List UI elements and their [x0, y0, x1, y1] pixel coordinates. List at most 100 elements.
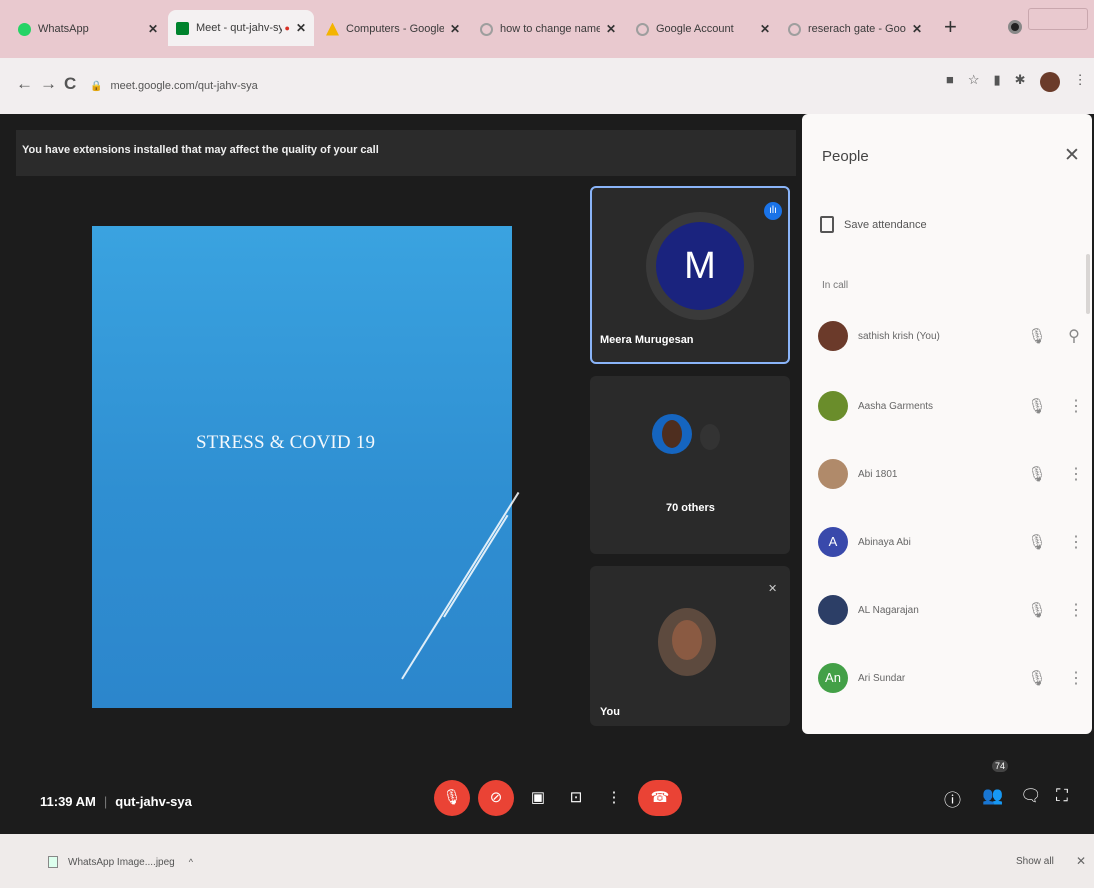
record-icon[interactable]: [1008, 20, 1022, 34]
in-call-heading: In call: [822, 280, 849, 291]
meet-icon: [176, 21, 189, 35]
address-bar[interactable]: 🔒 meet.google.com/qut-jahv-sya: [90, 74, 910, 98]
close-icon[interactable]: ✕: [148, 22, 158, 36]
camera-toggle-button[interactable]: ⊘: [478, 780, 514, 816]
toolbar-icons: ■ ☆ ▮ ✱ ⋮: [946, 72, 1087, 92]
download-item[interactable]: WhatsApp Image....jpeg ^: [48, 856, 193, 868]
attendance-icon: [820, 216, 834, 233]
recording-dot-icon: ●: [284, 23, 290, 33]
more-options-icon[interactable]: ⋮: [1068, 396, 1084, 416]
present-icon: ⊡: [569, 789, 583, 806]
speaking-icon: ılı: [764, 202, 782, 220]
pin-icon[interactable]: ⚲: [1068, 326, 1080, 346]
tab-how-to-change-name[interactable]: how to change name i ✕: [472, 14, 624, 44]
participant-row[interactable]: AL Nagarajan 🎙︎ ⋮: [818, 590, 1084, 630]
tab-whatsapp[interactable]: WhatsApp ✕: [10, 14, 166, 44]
participant-row[interactable]: Aasha Garments 🎙︎ ⋮: [818, 386, 1084, 426]
puzzle-icon[interactable]: ✱: [1015, 72, 1026, 92]
more-options-icon: ⋮: [606, 789, 622, 806]
others-count: 70 others: [666, 502, 715, 514]
tab-google-drive[interactable]: Computers - Google D ✕: [318, 14, 468, 44]
close-icon[interactable]: ✕: [1076, 854, 1086, 868]
close-icon[interactable]: ✕: [760, 22, 770, 36]
captions-icon: ▣: [530, 789, 546, 806]
participant-count-badge: 74: [992, 760, 1009, 772]
mic-off-icon: ✕: [768, 583, 778, 595]
mic-toggle-button[interactable]: 🎙︎: [434, 780, 470, 816]
menu-icon[interactable]: ⋮: [1074, 72, 1087, 92]
clock: 11:39 AM: [40, 794, 96, 809]
screen: WhatsApp ✕ Meet - qut-jahv-sya ● ✕ Compu…: [0, 0, 1094, 888]
participant-tile-speaker[interactable]: M ılı Meera Murugesan: [590, 186, 790, 364]
profile-avatar[interactable]: [1039, 72, 1060, 92]
meeting-info: 11:39 AM | qut-jahv-sya: [40, 794, 192, 809]
participant-row[interactable]: sathish krish (You) 🎙︎ ⚲: [818, 316, 1080, 356]
mic-off-icon[interactable]: 🎙︎: [1026, 465, 1048, 483]
activities-icon: ⛶: [1056, 786, 1068, 805]
tab-meet[interactable]: Meet - qut-jahv-sya ● ✕: [168, 10, 314, 46]
mic-off-icon[interactable]: 🎙︎: [1026, 601, 1048, 619]
close-icon[interactable]: ✕: [606, 22, 616, 36]
avatar: [818, 391, 848, 421]
tab-strip: WhatsApp ✕ Meet - qut-jahv-sya ● ✕ Compu…: [0, 0, 1094, 58]
avatar: An: [818, 663, 848, 693]
chat-button[interactable]: 🗨: [1020, 786, 1042, 806]
window-controls[interactable]: [1028, 8, 1088, 30]
new-tab-button[interactable]: +: [944, 14, 957, 40]
people-panel: People ✕ Save attendance In call sathish…: [802, 114, 1092, 734]
mic-off-icon[interactable]: 🎙︎: [1026, 533, 1048, 551]
star-icon[interactable]: ☆: [968, 72, 980, 92]
reload-icon[interactable]: C: [64, 74, 76, 94]
mic-off-icon[interactable]: 🎙︎: [1026, 327, 1048, 345]
avatar: [658, 608, 716, 676]
participant-tile-others[interactable]: 70 others: [590, 376, 790, 554]
tab-research-gate[interactable]: reserach gate - Google ✕: [780, 14, 930, 44]
browser-toolbar: ← → C 🔒 meet.google.com/qut-jahv-sya ■ ☆…: [0, 58, 1094, 114]
close-icon[interactable]: ✕: [450, 22, 460, 36]
forward-icon[interactable]: →: [40, 74, 57, 94]
participant-row[interactable]: A Abinaya Abi 🎙︎ ⋮: [818, 522, 1084, 562]
participant-row[interactable]: An Ari Sundar 🎙︎ ⋮: [818, 658, 1084, 698]
mic-off-icon: 🎙︎: [442, 789, 462, 806]
phone-hangup-icon: ☎: [650, 789, 670, 806]
more-options-button[interactable]: ⋮: [596, 780, 632, 816]
show-all-button[interactable]: Show all: [1016, 856, 1054, 867]
more-options-icon[interactable]: ⋮: [1068, 668, 1084, 688]
leave-call-button[interactable]: ☎: [638, 780, 682, 816]
slide-decoration: [401, 491, 520, 680]
slide-decoration: [443, 514, 509, 618]
meet-stage: You have extensions installed that may a…: [0, 114, 1094, 834]
more-options-icon[interactable]: ⋮: [1068, 464, 1084, 484]
participant-row[interactable]: Abi 1801 🎙︎ ⋮: [818, 454, 1084, 494]
chevron-up-icon[interactable]: ^: [189, 857, 193, 867]
drive-icon: [326, 22, 339, 36]
avatar: [818, 321, 848, 351]
close-icon[interactable]: ✕: [296, 21, 306, 35]
close-icon[interactable]: ✕: [912, 22, 922, 36]
panel-title: People: [822, 148, 869, 165]
save-attendance-button[interactable]: Save attendance: [820, 216, 927, 233]
avatar: [818, 459, 848, 489]
google-icon: [788, 22, 801, 36]
avatar: A: [818, 527, 848, 557]
activities-button[interactable]: ⛶: [1056, 786, 1068, 806]
meeting-details-button[interactable]: ⓘ: [944, 786, 961, 811]
tab-google-account[interactable]: Google Account ✕: [628, 14, 778, 44]
mic-off-icon[interactable]: 🎙︎: [1026, 397, 1048, 415]
more-options-icon[interactable]: ⋮: [1068, 600, 1084, 620]
mic-off-icon[interactable]: 🎙︎: [1026, 669, 1048, 687]
scrollbar[interactable]: [1086, 254, 1090, 314]
extension-icon[interactable]: ▮: [994, 72, 1001, 92]
close-icon[interactable]: ✕: [1064, 144, 1080, 167]
avatar: [818, 595, 848, 625]
back-icon[interactable]: ←: [16, 74, 33, 94]
google-icon: [636, 22, 649, 36]
people-button[interactable]: 👥: [982, 786, 1003, 806]
avatar: [700, 424, 720, 450]
more-options-icon[interactable]: ⋮: [1068, 532, 1084, 552]
camera-icon[interactable]: ■: [946, 72, 954, 92]
captions-button[interactable]: ▣: [520, 780, 556, 816]
present-button[interactable]: ⊡: [558, 780, 594, 816]
url-text: meet.google.com/qut-jahv-sya: [110, 80, 258, 92]
meeting-code: qut-jahv-sya: [115, 794, 192, 809]
